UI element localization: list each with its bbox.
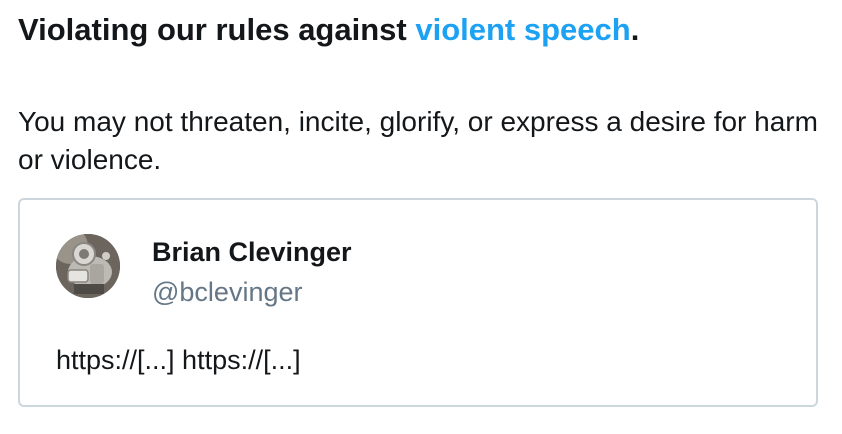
rule-description: You may not threaten, incite, glorify, o… <box>18 106 818 175</box>
page: Violating our rules against violent spee… <box>0 0 842 434</box>
tweet-author-handle[interactable]: @bclevinger <box>152 274 302 310</box>
tweet-text: https://[...] https://[...] <box>56 345 301 375</box>
violent-speech-link[interactable]: violent speech <box>415 12 630 47</box>
tweet-card: Brian Clevinger @bclevinger https://[...… <box>18 198 818 407</box>
heading-suffix: . <box>630 12 640 47</box>
heading-prefix: Violating our rules against <box>18 12 416 47</box>
violation-heading: Violating our rules against violent spee… <box>18 8 639 52</box>
tweet-author-name[interactable]: Brian Clevinger <box>152 234 352 270</box>
robot-avatar-icon[interactable] <box>56 234 120 298</box>
